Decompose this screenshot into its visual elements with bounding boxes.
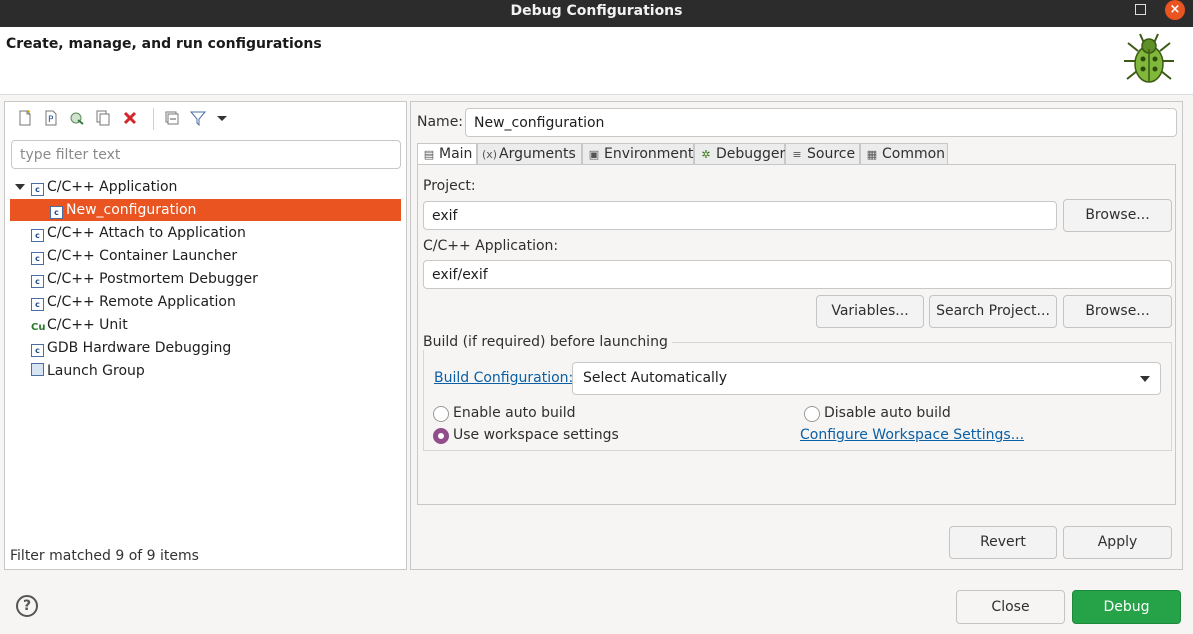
chevron-down-icon bbox=[1140, 376, 1150, 382]
c-app-icon: c bbox=[31, 252, 44, 265]
launch-group-icon bbox=[31, 363, 44, 376]
use-workspace-settings-radio[interactable] bbox=[433, 428, 449, 444]
tree-item-label: C/C++ Remote Application bbox=[47, 294, 236, 310]
variables-button[interactable]: Variables... bbox=[816, 295, 924, 328]
maximize-icon[interactable] bbox=[1135, 4, 1146, 15]
tab-label: Environment bbox=[604, 146, 694, 162]
c-app-icon: c bbox=[50, 206, 63, 219]
c-unit-icon: Cu bbox=[31, 322, 46, 335]
configure-workspace-settings-link[interactable]: Configure Workspace Settings... bbox=[800, 427, 1024, 443]
tree-item-new-configuration[interactable]: c New_configuration bbox=[10, 199, 401, 221]
application-field[interactable] bbox=[423, 260, 1172, 289]
close-icon[interactable]: × bbox=[1165, 0, 1185, 20]
c-app-icon: c bbox=[31, 229, 44, 242]
tab-debugger[interactable]: ✲ Debugger bbox=[694, 143, 785, 165]
tree-item-label: GDB Hardware Debugging bbox=[47, 340, 232, 356]
tree-item-gdb-hardware[interactable]: c GDB Hardware Debugging bbox=[5, 337, 401, 359]
apply-button[interactable]: Apply bbox=[1063, 526, 1172, 559]
enable-auto-build-radio[interactable] bbox=[433, 406, 449, 422]
tree-item-label: New_configuration bbox=[66, 202, 197, 218]
disable-auto-build-radio[interactable] bbox=[804, 406, 820, 422]
tree-item-cpp-container[interactable]: c C/C++ Container Launcher bbox=[5, 245, 401, 267]
c-app-icon: c bbox=[31, 275, 44, 288]
browse-project-button[interactable]: Browse... bbox=[1063, 199, 1172, 232]
tab-label: Main bbox=[439, 146, 473, 162]
window-title: Debug Configurations bbox=[510, 3, 683, 19]
build-group: Build Configuration: Select Automaticall… bbox=[423, 342, 1172, 451]
expand-caret-icon[interactable] bbox=[15, 184, 25, 190]
duplicate-icon[interactable] bbox=[95, 110, 111, 126]
c-app-icon: c bbox=[31, 298, 44, 311]
dropdown-arrow-icon[interactable] bbox=[214, 110, 230, 126]
name-field[interactable] bbox=[465, 108, 1177, 137]
enable-auto-build-label: Enable auto build bbox=[453, 405, 576, 421]
dialog-subtitle: Create, manage, and run configurations bbox=[6, 36, 322, 52]
tab-label: Source bbox=[807, 146, 856, 162]
application-label: C/C++ Application: bbox=[423, 238, 559, 254]
new-configuration-icon[interactable] bbox=[17, 110, 33, 126]
use-workspace-settings-label: Use workspace settings bbox=[453, 427, 619, 443]
tab-arguments[interactable]: (x) Arguments bbox=[477, 143, 582, 165]
toolbar-separator bbox=[153, 108, 154, 130]
tree-item-cpp-postmortem[interactable]: c C/C++ Postmortem Debugger bbox=[5, 268, 401, 290]
tree-item-label: Launch Group bbox=[47, 363, 145, 379]
filter-status: Filter matched 9 of 9 items bbox=[10, 548, 199, 564]
svg-text:P: P bbox=[48, 115, 54, 125]
c-app-icon: c bbox=[31, 344, 44, 357]
collapse-all-icon[interactable] bbox=[164, 110, 180, 126]
debugger-icon: ✲ bbox=[701, 148, 711, 161]
configuration-editor-panel: Name: ▤ Main (x)Arguments ▣ Environment ✲ D… bbox=[410, 101, 1183, 570]
arguments-icon: (x) bbox=[482, 148, 498, 161]
tab-common[interactable]: ▦ Common bbox=[860, 143, 948, 165]
filter-input[interactable] bbox=[11, 140, 401, 169]
tree-item-label: C/C++ Container Launcher bbox=[47, 248, 238, 264]
common-icon: ▦ bbox=[866, 148, 878, 161]
project-field[interactable] bbox=[423, 201, 1057, 230]
browse-application-button[interactable]: Browse... bbox=[1063, 295, 1172, 328]
close-button[interactable]: Close bbox=[956, 590, 1065, 624]
tree-item-launch-group[interactable]: Launch Group bbox=[5, 360, 401, 382]
tree-toolbar: P bbox=[5, 102, 406, 135]
disable-auto-build-label: Disable auto build bbox=[824, 405, 951, 421]
delete-icon[interactable] bbox=[122, 110, 138, 126]
tab-environment[interactable]: ▣ Environment bbox=[582, 143, 694, 165]
help-icon[interactable]: ? bbox=[16, 595, 38, 617]
c-app-icon: c bbox=[31, 183, 44, 196]
dialog-header: Create, manage, and run configurations bbox=[0, 27, 1193, 95]
tree-item-cpp-application[interactable]: c C/C++ Application bbox=[5, 176, 401, 198]
tree-item-label: C/C++ Attach to Application bbox=[47, 225, 246, 241]
debug-bug-icon bbox=[1124, 33, 1174, 83]
tab-main[interactable]: ▤ Main bbox=[417, 143, 477, 166]
build-group-label: Build (if required) before launching bbox=[423, 334, 672, 350]
environment-icon: ▣ bbox=[588, 148, 600, 161]
project-label: Project: bbox=[423, 178, 476, 194]
build-configuration-value: Select Automatically bbox=[583, 370, 728, 386]
tree-item-label: C/C++ Application bbox=[47, 179, 178, 195]
search-project-button[interactable]: Search Project... bbox=[929, 295, 1057, 328]
tree-item-cpp-unit[interactable]: Cu C/C++ Unit bbox=[5, 314, 401, 336]
tree-item-label: C/C++ Postmortem Debugger bbox=[47, 271, 258, 287]
tab-label: Debugger bbox=[716, 146, 786, 162]
tab-label: Arguments bbox=[499, 146, 576, 162]
tab-source[interactable]: ≡ Source bbox=[785, 143, 860, 165]
new-prototype-icon[interactable]: P bbox=[43, 110, 59, 126]
export-icon[interactable] bbox=[69, 110, 85, 126]
build-configuration-link[interactable]: Build Configuration: bbox=[434, 370, 573, 386]
tree-item-label: C/C++ Unit bbox=[47, 317, 128, 333]
name-label: Name: bbox=[417, 114, 464, 130]
configuration-tree-panel: P cC/C++ Application cNew_configuration … bbox=[4, 101, 407, 570]
revert-button[interactable]: Revert bbox=[949, 526, 1057, 559]
title-bar: Debug Configurations × bbox=[0, 0, 1193, 27]
tree-item-cpp-attach[interactable]: c C/C++ Attach to Application bbox=[5, 222, 401, 244]
tab-label: Common bbox=[882, 146, 946, 162]
main-tab-icon: ▤ bbox=[423, 148, 435, 161]
main-tab-body: Project: Browse... C/C++ Application: Va… bbox=[417, 164, 1176, 505]
debug-button[interactable]: Debug bbox=[1072, 590, 1181, 624]
tree-item-cpp-remote[interactable]: c C/C++ Remote Application bbox=[5, 291, 401, 313]
filter-icon[interactable] bbox=[190, 110, 206, 126]
source-icon: ≡ bbox=[792, 148, 802, 161]
build-configuration-select[interactable]: Select Automatically bbox=[572, 362, 1161, 395]
